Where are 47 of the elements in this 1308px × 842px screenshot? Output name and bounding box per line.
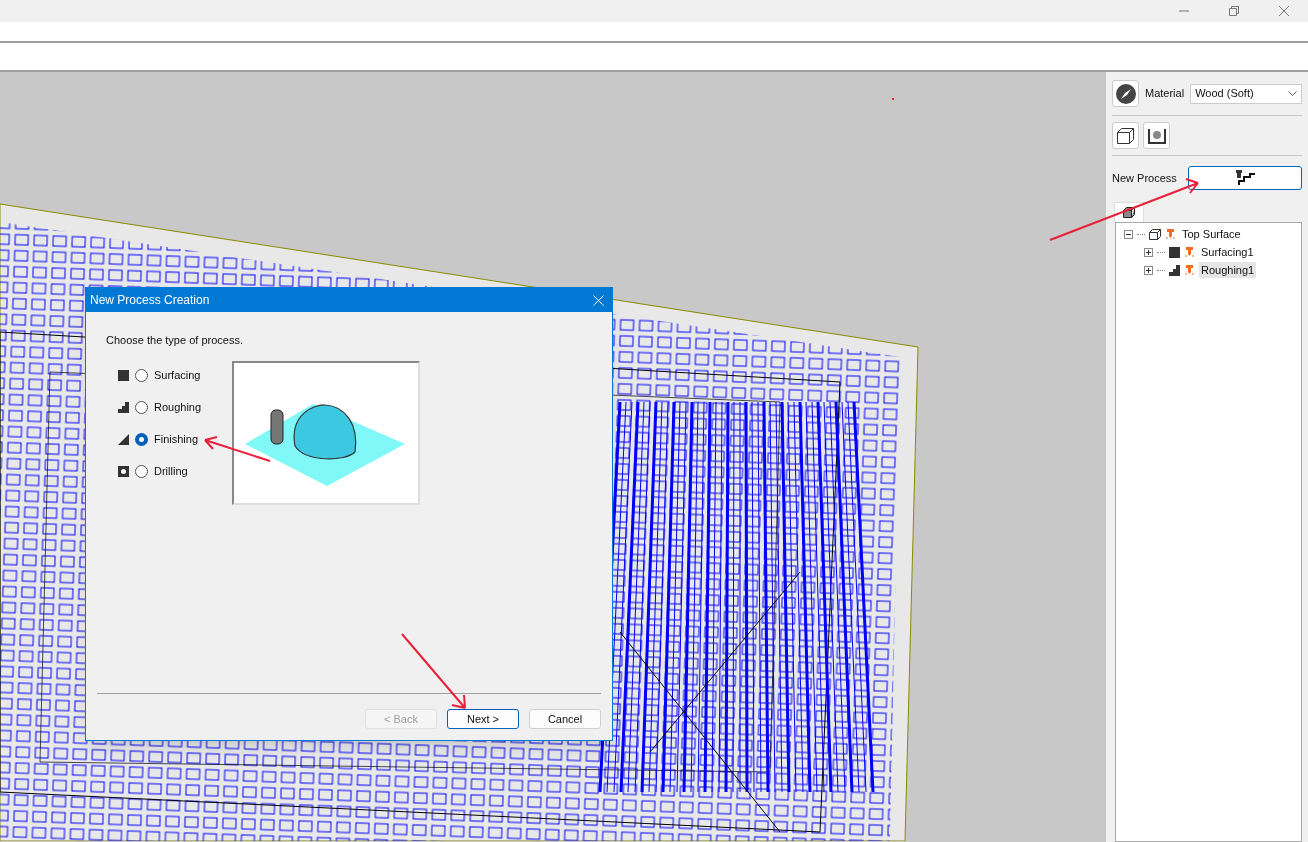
chevron-down-icon — [1288, 90, 1297, 97]
steps-icon — [118, 401, 129, 413]
plus-icon — [1146, 267, 1151, 273]
tool-steps-icon — [1233, 170, 1257, 186]
material-dropdown[interactable]: Wood (Soft) — [1190, 83, 1302, 104]
steps-icon — [1169, 264, 1180, 276]
dialog-button[interactable]: Next > — [447, 709, 519, 729]
slope-icon — [118, 433, 129, 445]
dialog-title: New Process Creation — [90, 292, 210, 309]
collapse-toggle[interactable] — [1124, 229, 1133, 239]
tree-item[interactable]: Surfacing1 — [1199, 243, 1256, 261]
close-icon[interactable] — [1278, 5, 1290, 17]
square-icon — [118, 369, 129, 381]
box-view-button[interactable] — [1112, 122, 1139, 149]
annotation-arrow — [202, 435, 272, 463]
compass-button[interactable] — [1112, 80, 1139, 107]
prompt-text: Choose the type of process. — [106, 333, 244, 348]
radio-button[interactable] — [135, 464, 148, 478]
expand-toggle[interactable] — [1144, 247, 1153, 257]
tool-icon — [1165, 228, 1176, 240]
option-label[interactable]: Drilling — [154, 462, 188, 480]
radio-button[interactable] — [135, 432, 148, 446]
minus-icon — [1126, 231, 1131, 237]
square-icon — [1169, 246, 1180, 258]
expand-toggle[interactable] — [1144, 265, 1153, 275]
tree-item[interactable]: Top Surface — [1180, 225, 1243, 243]
option-label[interactable]: Surfacing — [154, 366, 201, 384]
option-label[interactable]: Finishing — [154, 430, 199, 448]
tree-item[interactable]: Roughing1 — [1199, 261, 1257, 279]
cube-icon — [1149, 228, 1161, 240]
stock-view-button[interactable] — [1143, 122, 1170, 149]
restore-icon[interactable] — [1228, 5, 1240, 17]
tool-icon — [1184, 246, 1195, 258]
box-icon — [1115, 126, 1136, 145]
tool-icon — [1184, 264, 1195, 276]
dialog-button[interactable]: Cancel — [529, 709, 601, 729]
option-label[interactable]: Roughing — [154, 398, 202, 416]
new-process-button[interactable] — [1188, 166, 1302, 190]
hole-icon — [118, 465, 129, 477]
compass-icon — [1114, 82, 1137, 105]
radio-button[interactable] — [135, 368, 148, 382]
new-process-label: New Process — [1112, 170, 1177, 186]
radio-button[interactable] — [135, 400, 148, 414]
stock-icon — [1147, 127, 1166, 144]
plus-icon — [1146, 249, 1151, 255]
cube-icon — [1123, 207, 1135, 218]
material-label: Material — [1145, 86, 1185, 102]
